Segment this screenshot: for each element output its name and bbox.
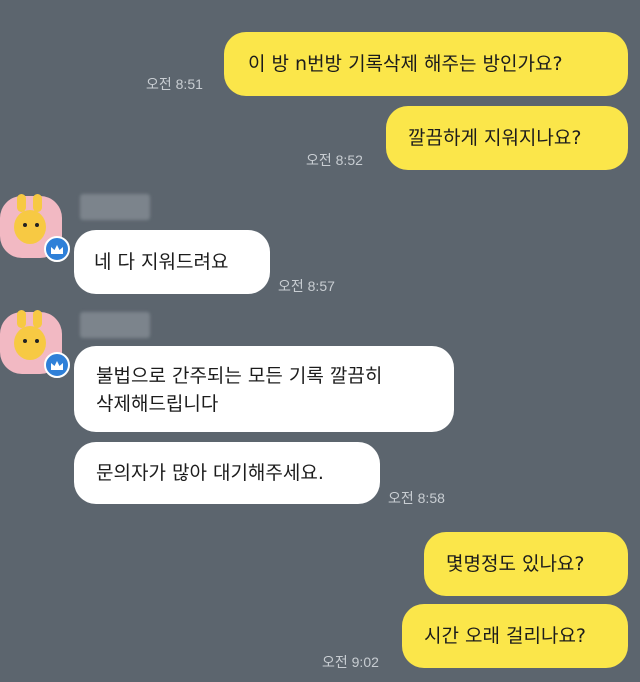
message-text-line: 삭제해드립니다: [96, 393, 219, 415]
avatar[interactable]: [0, 194, 70, 262]
message-timestamp: 오전 8:58: [388, 490, 445, 506]
message-bubble-outgoing[interactable]: 깔끔하게 지워지나요?: [386, 106, 628, 170]
message-text: 깔끔하게 지워지나요?: [408, 127, 582, 149]
sender-name-blurred: [80, 312, 150, 338]
message-bubble-incoming[interactable]: 네 다 지워드려요: [74, 230, 270, 294]
message-text: 몇명정도 있나요?: [446, 553, 585, 575]
crown-icon: [44, 352, 70, 378]
message-bubble-outgoing[interactable]: 이 방 n번방 기록삭제 해주는 방인가요?: [224, 32, 628, 96]
message-timestamp: 오전 9:02: [322, 654, 379, 670]
message-text-line: 불법으로 간주되는 모든 기록 깔끔히: [96, 365, 383, 387]
avatar[interactable]: [0, 310, 70, 378]
message-bubble-outgoing[interactable]: 시간 오래 걸리나요?: [402, 604, 628, 668]
message-timestamp: 오전 8:52: [306, 152, 363, 168]
message-timestamp: 오전 8:57: [278, 278, 335, 294]
message-bubble-incoming[interactable]: 문의자가 많아 대기해주세요.: [74, 442, 380, 504]
message-bubble-incoming[interactable]: 불법으로 간주되는 모든 기록 깔끔히 삭제해드립니다: [74, 346, 454, 432]
message-text: 이 방 n번방 기록삭제 해주는 방인가요?: [248, 53, 563, 75]
sender-name-blurred: [80, 194, 150, 220]
message-text: 네 다 지워드려요: [94, 251, 229, 273]
message-text: 문의자가 많아 대기해주세요.: [96, 462, 324, 484]
message-text: 시간 오래 걸리나요?: [424, 625, 587, 647]
message-bubble-outgoing[interactable]: 몇명정도 있나요?: [424, 532, 628, 596]
message-timestamp: 오전 8:51: [146, 76, 203, 92]
crown-icon: [44, 236, 70, 262]
